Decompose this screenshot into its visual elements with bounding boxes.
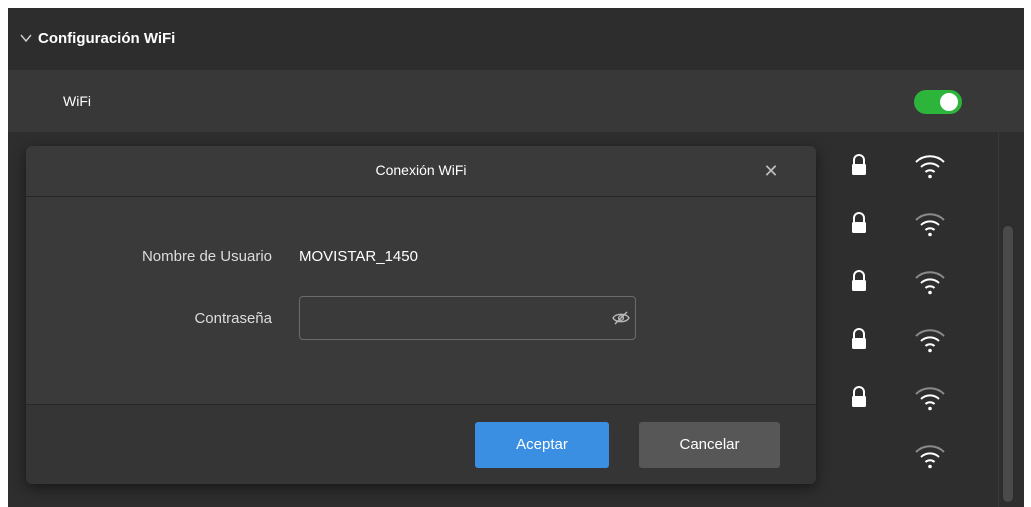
password-label: Contraseña xyxy=(194,310,272,327)
wifi-signal-icon xyxy=(915,445,945,469)
cancel-button[interactable]: Cancelar xyxy=(639,422,780,468)
dialog-title: Conexión WiFi xyxy=(375,162,467,178)
wifi-label: WiFi xyxy=(63,93,91,109)
password-input[interactable] xyxy=(308,305,602,333)
chevron-down-icon[interactable] xyxy=(20,32,32,44)
wifi-signal-icon xyxy=(915,155,945,179)
username-label: Nombre de Usuario xyxy=(141,248,272,265)
network-item[interactable] xyxy=(842,148,962,188)
lock-icon xyxy=(852,154,866,175)
settings-panel: Configuración WiFi WiFi Conexión WiFi ✕ … xyxy=(8,8,1024,507)
network-item[interactable] xyxy=(842,380,962,420)
network-item[interactable] xyxy=(842,438,962,478)
wifi-signal-icon xyxy=(915,271,945,295)
wifi-signal-icon xyxy=(915,213,945,237)
wifi-toggle[interactable] xyxy=(914,90,962,114)
network-item[interactable] xyxy=(842,206,962,246)
lock-icon xyxy=(852,328,866,349)
wifi-signal-icon xyxy=(915,387,945,411)
section-header[interactable]: Configuración WiFi xyxy=(8,8,1024,70)
lock-icon xyxy=(852,212,866,233)
network-item[interactable] xyxy=(842,322,962,362)
toggle-knob xyxy=(940,93,958,111)
password-field[interactable] xyxy=(299,296,636,340)
eye-off-icon[interactable] xyxy=(612,310,630,326)
username-value: MOVISTAR_1450 xyxy=(299,248,418,265)
scrollbar-thumb[interactable] xyxy=(1003,226,1013,502)
close-icon[interactable]: ✕ xyxy=(761,161,781,181)
section-title: Configuración WiFi xyxy=(38,30,176,47)
wifi-row: WiFi xyxy=(8,70,1024,132)
accept-button[interactable]: Aceptar xyxy=(475,422,609,468)
wifi-connection-dialog: Conexión WiFi ✕ Nombre de Usuario MOVIST… xyxy=(26,146,816,484)
dialog-footer: Aceptar Cancelar xyxy=(26,404,816,484)
wifi-signal-icon xyxy=(915,329,945,353)
lock-icon xyxy=(852,270,866,291)
scrollbar[interactable] xyxy=(998,132,1017,507)
network-item[interactable] xyxy=(842,264,962,304)
lock-icon xyxy=(852,386,866,407)
dialog-header: Conexión WiFi ✕ xyxy=(26,146,816,197)
